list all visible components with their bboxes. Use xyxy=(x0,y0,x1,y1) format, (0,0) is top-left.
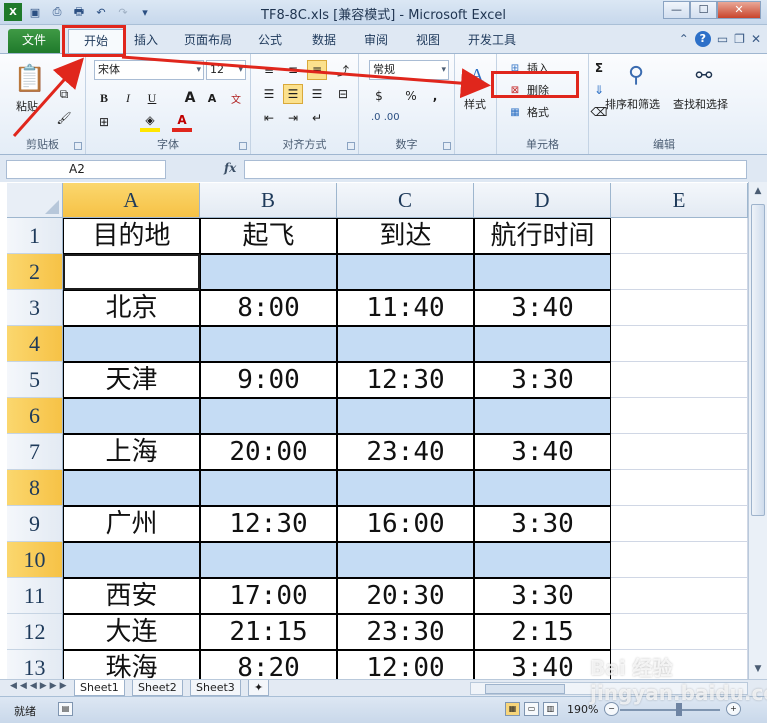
arrow-to-delete xyxy=(121,55,491,99)
annotation-arrows xyxy=(12,55,491,137)
arrow-to-home-tab xyxy=(12,57,84,137)
